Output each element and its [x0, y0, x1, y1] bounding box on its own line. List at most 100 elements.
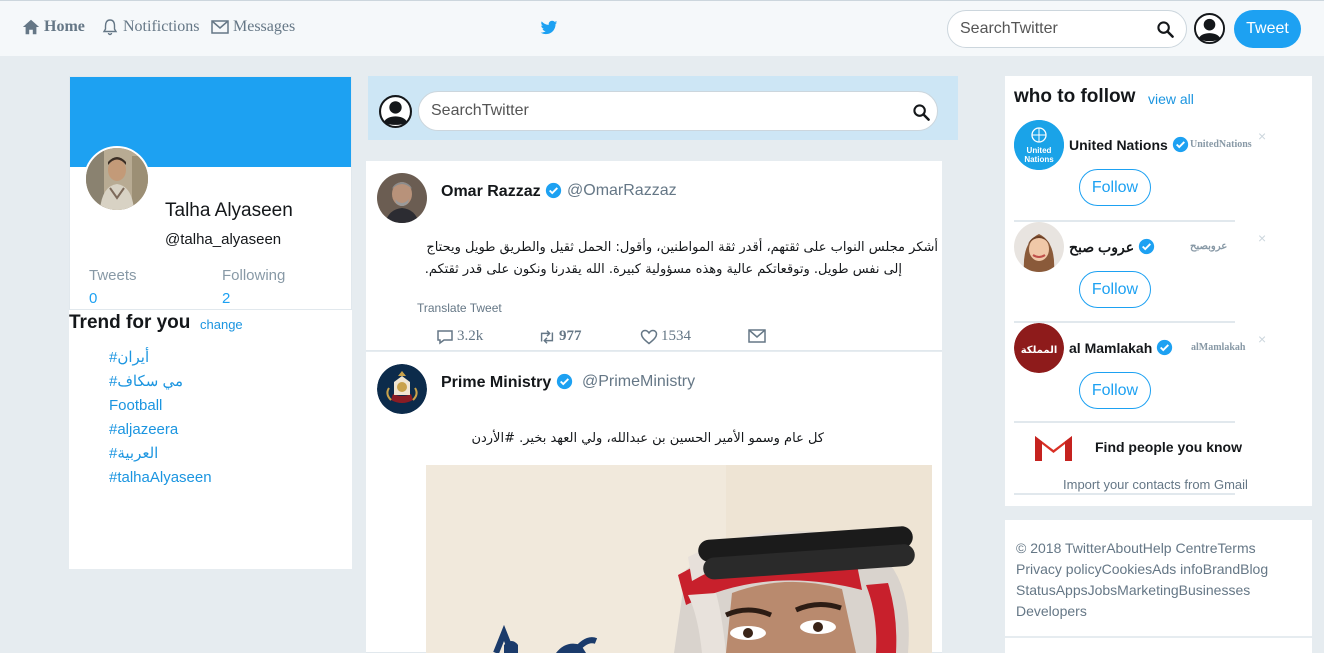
top-search-input[interactable]	[960, 20, 1150, 38]
verified-badge-icon	[1138, 238, 1155, 255]
tweet-author-avatar[interactable]	[377, 173, 427, 223]
un-logo-text: Nations	[1024, 155, 1054, 164]
search-icon[interactable]	[1157, 21, 1174, 38]
tweet-author-handle[interactable]: @OmarRazzaz	[567, 182, 677, 200]
translate-tweet-link[interactable]: Translate Tweet	[417, 301, 502, 315]
like-count: 1534	[661, 328, 691, 344]
account-handle[interactable]: UnitedNations	[1190, 139, 1252, 150]
gmail-icon[interactable]	[1033, 432, 1074, 463]
crown-prince-photo	[426, 465, 932, 653]
following-stat-label[interactable]: Following	[222, 267, 285, 284]
trend-item[interactable]: #أيران	[109, 348, 212, 372]
direct-message-button[interactable]	[748, 328, 769, 344]
account-handle[interactable]: alMamlakah	[1191, 342, 1245, 353]
home-icon	[22, 19, 40, 35]
verified-badge-icon	[556, 373, 572, 390]
close-icon[interactable]: ×	[1258, 331, 1266, 347]
reply-count: 3.2k	[457, 328, 484, 344]
trends-list: #أيران #مي سكاف Football #aljazeera #الع…	[109, 348, 212, 492]
tweet-button[interactable]: Tweet	[1234, 10, 1301, 48]
tweet-author-name[interactable]: Omar Razzaz	[441, 182, 562, 201]
nav-home-label: Home	[44, 18, 85, 35]
top-navigation-bar: Home Notifictions Messages Tweet	[0, 0, 1324, 56]
envelope-icon	[211, 20, 229, 34]
trend-item[interactable]: Football	[109, 396, 212, 420]
verified-badge-icon	[1157, 339, 1173, 356]
tweet-text: كل عام وسمو الأمير الحسين بن عبدالله، ول…	[462, 428, 824, 450]
reply-button[interactable]: 3.2k	[436, 328, 483, 345]
nav-home[interactable]: Home	[22, 18, 85, 36]
al-mamlakah-avatar[interactable]: المملكة	[1014, 323, 1064, 373]
retweet-button[interactable]: 977	[538, 328, 582, 345]
tweets-stat-label[interactable]: Tweets	[89, 267, 137, 284]
tweet-text-line: كل عام وسمو الأمير الحسين بن عبدالله، ول…	[471, 431, 824, 446]
tweet-author-name[interactable]: Prime Ministry	[441, 373, 573, 392]
follow-button[interactable]: Follow	[1079, 271, 1151, 308]
profile-handle[interactable]: @talha_alyaseen	[165, 231, 281, 248]
footer-links[interactable]: © 2018 TwitterAboutHelp CentreTerms Priv…	[1016, 538, 1276, 622]
account-name-text: al Mamlakah	[1069, 340, 1153, 356]
trend-item[interactable]: #aljazeera	[109, 420, 212, 444]
bell-icon	[102, 19, 118, 36]
tweets-stat-count[interactable]: 0	[89, 290, 97, 307]
close-icon[interactable]: ×	[1258, 128, 1266, 144]
close-icon[interactable]: ×	[1258, 230, 1266, 246]
who-to-follow-card: who to follow view all United Nations Un…	[1005, 76, 1312, 506]
trend-item[interactable]: #talhaAlyaseen	[109, 468, 212, 492]
account-name-text: عروب صبح	[1069, 239, 1135, 255]
following-stat-count[interactable]: 2	[222, 290, 230, 307]
comment-icon	[437, 329, 453, 344]
search-icon[interactable]	[913, 104, 930, 121]
verified-badge-icon	[1172, 136, 1188, 153]
view-all-link[interactable]: view all	[1148, 91, 1194, 107]
mamlakah-logo-text: المملكة	[1021, 345, 1058, 356]
retweet-count: 977	[559, 328, 582, 344]
oroub-sobh-photo	[1014, 222, 1064, 272]
nav-notifications-label: Notifictions	[123, 18, 200, 35]
account-handle[interactable]: عروبصبح	[1190, 241, 1227, 252]
al-mamlakah-logo: المملكة	[1014, 323, 1064, 373]
nav-messages[interactable]: Messages	[211, 18, 295, 36]
import-contacts-link[interactable]: Import your contacts from Gmail	[1063, 477, 1248, 492]
trend-item[interactable]: #مي سكاف	[109, 372, 212, 396]
author-name-text: Omar Razzaz	[441, 183, 541, 200]
follow-button[interactable]: Follow	[1079, 169, 1151, 206]
nav-messages-label: Messages	[233, 18, 296, 35]
tweet-author-handle[interactable]: @PrimeMinistry	[582, 373, 695, 391]
author-name-text: Prime Ministry	[441, 374, 552, 391]
follow-suggestion: المملكة al Mamlakah alMamlakah Follow	[1014, 323, 1245, 423]
tweet-media-image[interactable]	[426, 465, 932, 653]
twitter-bird-icon[interactable]	[540, 20, 558, 36]
trends-title: Trend for you	[69, 312, 191, 333]
center-search-box[interactable]	[418, 91, 938, 131]
account-name[interactable]: al Mamlakah	[1069, 339, 1173, 356]
tweet-text-line: أشكر مجلس النواب على ثقتهم، أقدر ثقة الم…	[426, 240, 938, 255]
profile-name[interactable]: Talha Alyaseen	[165, 200, 293, 222]
find-people-link[interactable]: Find people you know	[1095, 439, 1242, 455]
account-name[interactable]: عروب صبح	[1069, 238, 1155, 256]
united-nations-avatar[interactable]: United Nations	[1014, 120, 1064, 170]
user-avatar-icon[interactable]	[379, 95, 412, 128]
heart-icon	[640, 329, 658, 344]
follow-button[interactable]: Follow	[1079, 372, 1151, 409]
envelope-icon	[748, 329, 766, 343]
tweet-card[interactable]: Omar Razzaz @OmarRazzaz أشكر مجلس النواب…	[366, 161, 942, 351]
tweet-author-avatar[interactable]	[377, 364, 427, 414]
account-name-text: United Nations	[1069, 137, 1168, 153]
account-name[interactable]: United Nations	[1069, 136, 1189, 153]
divider	[1005, 636, 1312, 638]
oroub-sobh-avatar[interactable]	[1014, 222, 1064, 272]
trends-change-link[interactable]: change	[200, 317, 243, 332]
profile-avatar[interactable]	[84, 146, 150, 212]
center-search-input[interactable]	[431, 102, 891, 120]
like-button[interactable]: 1534	[640, 328, 691, 345]
tweet-card[interactable]: Prime Ministry @PrimeMinistry كل عام وسم…	[366, 352, 942, 653]
trend-item[interactable]: #العربية	[109, 444, 212, 468]
nav-notifications[interactable]: Notifictions	[101, 18, 199, 36]
top-search-box[interactable]	[947, 10, 1187, 48]
profile-card: Talha Alyaseen @talha_alyaseen Tweets 0 …	[69, 76, 352, 310]
user-avatar-icon[interactable]	[1194, 13, 1225, 44]
un-logo: United Nations	[1014, 120, 1064, 170]
who-to-follow-title: who to follow	[1014, 86, 1136, 107]
tweet-text: أشكر مجلس النواب على ثقتهم، أقدر ثقة الم…	[376, 237, 938, 281]
